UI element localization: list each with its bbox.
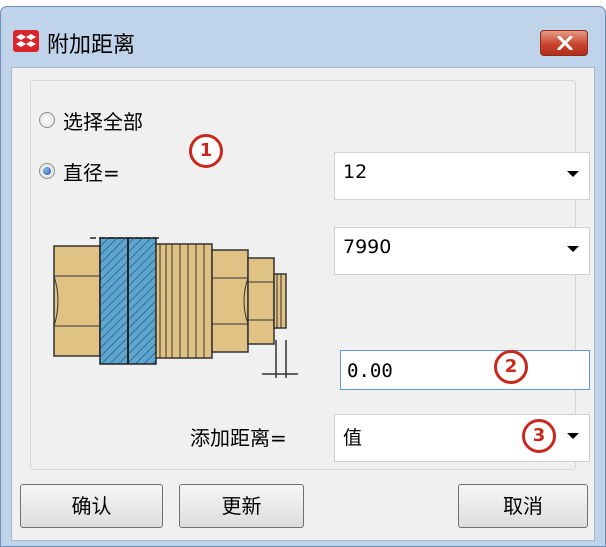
window-title: 附加距离: [47, 33, 136, 58]
diameter-select-value: 12: [343, 161, 368, 183]
badge-2: 2: [494, 350, 528, 384]
chevron-down-icon: [567, 433, 579, 439]
size-select-value: 7990: [343, 236, 392, 258]
size-select[interactable]: 7990: [334, 227, 590, 275]
dialog-window: 附加距离 选择全部 直径= 1 12 7990 0.00 2 添加距离= 值 3…: [0, 6, 606, 547]
diameter-select[interactable]: 12: [334, 152, 590, 200]
cancel-button[interactable]: 取消: [458, 484, 588, 528]
distance-input[interactable]: [340, 350, 590, 390]
title-bar[interactable]: 附加距离: [1, 7, 605, 67]
diameter-radio[interactable]: [39, 163, 55, 179]
confirm-button[interactable]: 确认: [20, 484, 163, 528]
distance-input-field[interactable]: [347, 360, 567, 382]
close-icon: [557, 36, 573, 50]
diameter-label[interactable]: 直径=: [63, 157, 120, 186]
badge-3: 3: [522, 419, 556, 453]
update-button[interactable]: 更新: [179, 484, 304, 528]
select-all-radio[interactable]: [39, 112, 55, 128]
bolt-assembly-icon: [53, 237, 298, 378]
chevron-down-icon: [567, 246, 579, 252]
dialog-body: 选择全部 直径= 1 12 7990 0.00 2 添加距离= 值 3 确认 更…: [11, 67, 595, 541]
app-icon: [13, 30, 39, 52]
add-distance-value: 值: [343, 427, 363, 449]
add-distance-label: 添加距离=: [190, 426, 287, 450]
chevron-down-icon: [567, 171, 579, 177]
badge-1: 1: [189, 134, 223, 168]
close-button[interactable]: [540, 30, 588, 56]
select-all-label[interactable]: 选择全部: [63, 106, 143, 135]
